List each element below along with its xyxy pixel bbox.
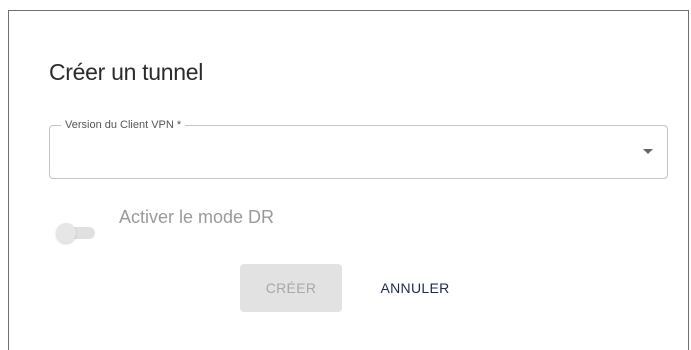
caret-down-icon[interactable]	[643, 149, 653, 154]
create-button[interactable]: CRÉER	[240, 264, 342, 312]
cancel-button[interactable]: ANNULER	[364, 264, 466, 312]
dr-mode-label: Activer le mode DR	[119, 207, 275, 227]
dialog-title: Créer un tunnel	[49, 59, 204, 85]
vpn-client-version-select[interactable]: Version du Client VPN *	[49, 118, 668, 179]
vpn-client-version-label: Version du Client VPN *	[61, 118, 186, 132]
create-tunnel-dialog: Créer un tunnel Version du Client VPN * …	[8, 10, 689, 350]
dr-mode-toggle[interactable]	[53, 221, 105, 243]
toggle-thumb[interactable]	[56, 223, 76, 243]
